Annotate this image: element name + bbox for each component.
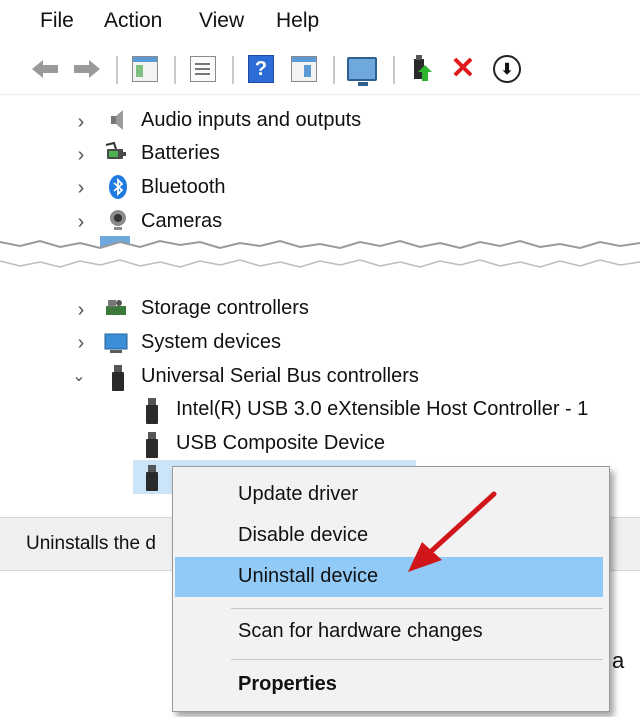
menu-item-properties[interactable]: Properties xyxy=(175,665,603,705)
tree-item-storage[interactable]: Storage controllers xyxy=(141,297,309,320)
usb-icon xyxy=(146,398,158,424)
tree-item-bluetooth[interactable]: Bluetooth xyxy=(141,176,226,199)
menu-item-disable-device[interactable]: Disable device xyxy=(175,516,603,556)
chevron-right-icon[interactable]: › xyxy=(74,145,88,165)
tree-item-usb-controllers[interactable]: Universal Serial Bus controllers xyxy=(141,365,419,388)
help-icon[interactable]: ? xyxy=(246,54,276,84)
properties-icon[interactable] xyxy=(188,54,218,84)
chevron-right-icon[interactable]: › xyxy=(74,178,88,198)
toolbar: ? ✕ ⬇ xyxy=(0,46,640,95)
download-icon[interactable]: ⬇ xyxy=(492,54,522,84)
status-text: Uninstalls the d xyxy=(26,533,156,554)
menu-separator xyxy=(231,659,603,660)
menu-file[interactable]: File xyxy=(40,9,74,33)
update-driver-icon[interactable] xyxy=(408,54,438,84)
tree-item-system[interactable]: System devices xyxy=(141,331,281,354)
chevron-right-icon[interactable]: › xyxy=(74,333,88,353)
toolbar-separator xyxy=(232,56,234,84)
battery-icon xyxy=(105,141,126,159)
system-devices-icon xyxy=(104,333,128,353)
menu-bar: File Action View Help xyxy=(0,0,640,46)
camera-icon xyxy=(110,210,126,230)
tree-item-usb-host-controller[interactable]: Intel(R) USB 3.0 eXtensible Host Control… xyxy=(176,398,588,421)
annotation-arrow-icon xyxy=(408,491,497,572)
menu-action[interactable]: Action xyxy=(104,9,162,33)
tree-item-cameras[interactable]: Cameras xyxy=(141,210,222,233)
chevron-right-icon[interactable]: › xyxy=(74,112,88,132)
toolbar-separator xyxy=(333,56,335,84)
menu-view[interactable]: View xyxy=(199,9,244,33)
storage-controller-icon xyxy=(106,300,126,315)
menu-item-uninstall-device[interactable]: Uninstall device xyxy=(175,557,603,597)
tree-item-usb-composite[interactable]: USB Composite Device xyxy=(176,432,385,455)
speaker-icon xyxy=(111,110,123,130)
context-menu: Update driver Disable device Uninstall d… xyxy=(172,466,610,712)
forward-arrow-icon[interactable] xyxy=(72,54,102,84)
torn-edge-separator xyxy=(0,236,640,268)
partial-text: a xyxy=(612,648,625,673)
chevron-down-icon[interactable]: ⌄ xyxy=(72,367,86,387)
toolbar-separator xyxy=(174,56,176,84)
menu-help[interactable]: Help xyxy=(276,9,319,33)
menu-item-scan-hardware[interactable]: Scan for hardware changes xyxy=(175,612,603,652)
menu-separator xyxy=(231,608,603,609)
action-pane-icon[interactable] xyxy=(289,54,319,84)
toolbar-separator xyxy=(116,56,118,84)
toolbar-separator xyxy=(393,56,395,84)
usb-icon xyxy=(146,432,158,458)
console-tree-icon[interactable] xyxy=(130,54,160,84)
usb-icon xyxy=(112,365,124,391)
uninstall-x-icon[interactable]: ✕ xyxy=(448,54,478,84)
tree-item-batteries[interactable]: Batteries xyxy=(141,142,220,165)
usb-icon xyxy=(146,465,158,491)
chevron-right-icon[interactable]: › xyxy=(74,300,88,320)
back-arrow-icon[interactable] xyxy=(30,54,60,84)
monitor-icon[interactable] xyxy=(347,54,377,86)
tree-item-audio[interactable]: Audio inputs and outputs xyxy=(141,109,361,132)
chevron-right-icon[interactable]: › xyxy=(74,212,88,232)
bluetooth-icon xyxy=(109,175,127,199)
menu-item-update-driver[interactable]: Update driver xyxy=(175,475,603,515)
